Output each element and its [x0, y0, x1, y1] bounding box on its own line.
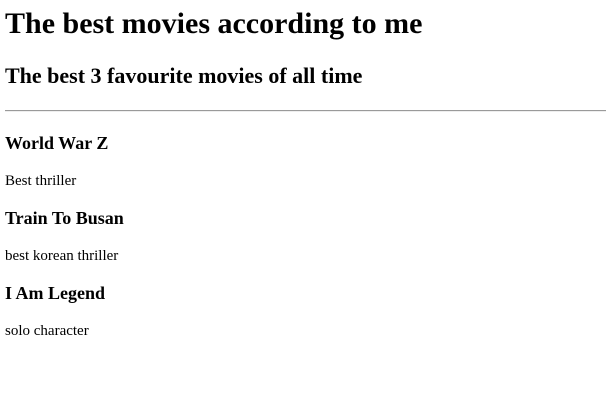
page-content: The best movies according to me The best…	[0, 6, 606, 340]
movie-title: World War Z	[5, 133, 109, 153]
movie-title: Train To Busan	[5, 208, 124, 228]
movie-title: I Am Legend	[5, 283, 106, 303]
movie-description: solo character	[5, 323, 89, 339]
movie-item: World War Z Best thriller	[5, 132, 606, 190]
divider	[5, 110, 606, 112]
movie-item: Train To Busan best korean thriller	[5, 207, 606, 265]
page-subtitle: The best 3 favourite movies of all time	[5, 63, 363, 88]
movie-item: I Am Legend solo character	[5, 282, 606, 340]
movie-list: World War Z Best thriller Train To Busan…	[5, 132, 606, 340]
movie-description: best korean thriller	[5, 248, 119, 264]
movie-description: Best thriller	[5, 173, 77, 189]
page-title: The best movies according to me	[5, 7, 423, 40]
